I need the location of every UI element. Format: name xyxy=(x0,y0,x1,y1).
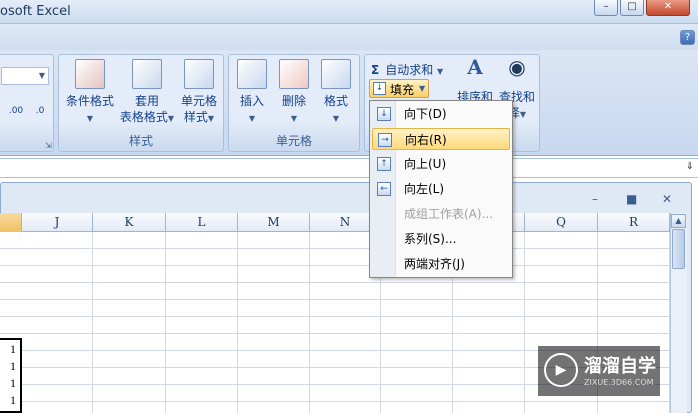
decrease-decimal-button[interactable]: .0 xyxy=(29,101,51,121)
watermark: ▶ 溜溜自学 ZIXUE.3D66.COM xyxy=(538,346,660,396)
ribbon-tab-strip xyxy=(0,24,698,50)
grid-line xyxy=(524,232,525,413)
fill-menu-item[interactable]: ↑ 向上(U) xyxy=(372,153,510,175)
fill-menu-item: 成组工作表(A)... xyxy=(372,203,510,225)
column-header-m[interactable]: M xyxy=(238,213,310,232)
fill-menu-item[interactable]: 系列(S)... xyxy=(372,228,510,250)
workbook-restore-button[interactable]: ■ xyxy=(626,192,637,206)
cell-styles-button[interactable]: 单元格 样式▼ xyxy=(175,59,223,127)
sigma-icon: Σ xyxy=(371,63,380,77)
fill-dropdown-menu: ↓ 向下(D) → 向右(R) ↑ 向上(U) ← 向左(L) 成组工作表(A)... 系列(S)… xyxy=(369,100,513,278)
format-as-table-button[interactable]: 套用 表格格式▼ xyxy=(117,59,177,127)
column-header-q[interactable]: Q xyxy=(525,213,598,232)
selected-range[interactable]: 1 1 1 1 xyxy=(0,338,22,413)
delete-button[interactable]: 删除 ▼ xyxy=(273,59,315,127)
cells-group: 插入 ▼ 删除 ▼ 格式 ▼ 单元格 xyxy=(228,54,360,152)
fill-menu-item-label: 向下(D) xyxy=(404,107,447,121)
fill-menu-item[interactable]: ↓ 向下(D) xyxy=(372,103,510,125)
fill-menu-item-label: 向右(R) xyxy=(405,133,447,147)
number-group: ▼ .00 .0 ⇲ xyxy=(0,54,54,152)
column-header-l[interactable]: L xyxy=(166,213,238,232)
fill-down-icon: ↓ xyxy=(373,82,386,95)
sort-filter-button[interactable]: A 排序和 xyxy=(453,55,497,105)
cell-value: 1 xyxy=(10,393,16,407)
grid-line xyxy=(92,232,93,413)
scrollbar-thumb[interactable] xyxy=(672,229,685,269)
cell-value: 1 xyxy=(10,342,16,356)
fill-button[interactable]: ↓ 填充 ▼ xyxy=(369,79,429,98)
fill-menu-item-label: 成组工作表(A)... xyxy=(404,207,494,221)
formula-bar[interactable] xyxy=(0,158,698,178)
dialog-launcher-icon[interactable]: ⇲ xyxy=(45,141,52,150)
workbook-close-button[interactable]: ✕ xyxy=(662,192,672,206)
close-button[interactable]: ✕ xyxy=(646,0,690,16)
column-header-k[interactable]: K xyxy=(93,213,166,232)
watermark-logo-icon: ▶ xyxy=(544,353,578,387)
fill-menu-item[interactable]: → 向右(R) xyxy=(372,128,510,150)
fill-menu-item[interactable]: ← 向左(L) xyxy=(372,178,510,200)
help-button[interactable]: ? xyxy=(680,30,695,45)
fill-menu-item-label: 向左(L) xyxy=(404,182,445,196)
insert-button[interactable]: 插入 ▼ xyxy=(231,59,273,127)
formula-bar-expand-icon[interactable]: ⇓ xyxy=(684,161,696,175)
conditional-format-button[interactable]: 条件格式 ▼ xyxy=(61,59,119,127)
increase-decimal-button[interactable]: .00 xyxy=(5,101,27,121)
grid-line xyxy=(309,232,310,413)
number-format-dropdown[interactable]: ▼ xyxy=(1,67,49,85)
watermark-url: ZIXUE.3D66.COM xyxy=(584,378,654,387)
selected-column-header[interactable] xyxy=(0,213,22,232)
chevron-down-icon: ▼ xyxy=(419,84,426,93)
arrow-down-icon: ↓ xyxy=(377,107,391,121)
conditional-format-icon xyxy=(75,59,105,89)
styles-group: 条件格式 ▼ 套用 表格格式▼ 单元格 样式▼ 样式 xyxy=(58,54,224,152)
table-format-icon xyxy=(132,59,162,89)
sort-az-icon: A xyxy=(467,55,483,79)
minimize-button[interactable]: – xyxy=(594,0,618,16)
grid-line xyxy=(165,232,166,413)
column-header-row: JKLMNOPQR xyxy=(0,213,670,232)
format-cells-icon xyxy=(321,59,351,89)
cell-value: 1 xyxy=(10,359,16,373)
insert-cells-icon xyxy=(237,59,267,89)
arrow-left-icon: ← xyxy=(377,182,391,196)
fill-menu-item-label: 两端对齐(J) xyxy=(404,257,465,271)
cell-styles-icon xyxy=(184,59,214,89)
column-header-r[interactable]: R xyxy=(598,213,670,232)
arrow-up-icon: ↑ xyxy=(377,157,391,171)
title-bar: osoft Excel – □ ✕ xyxy=(0,0,698,24)
cells-group-label: 单元格 xyxy=(275,134,312,148)
window-title: osoft Excel xyxy=(0,4,71,19)
fill-menu-item[interactable]: 两端对齐(J) xyxy=(372,253,510,275)
cell-value: 1 xyxy=(10,376,16,390)
watermark-name: 溜溜自学 xyxy=(584,356,656,377)
arrow-right-icon: → xyxy=(378,133,392,147)
fill-menu-item-label: 向上(U) xyxy=(404,157,447,171)
autosum-button[interactable]: Σ 自动求和 ▼ xyxy=(371,61,443,78)
styles-group-label: 样式 xyxy=(128,134,153,148)
restore-button[interactable]: □ xyxy=(620,0,644,16)
delete-cells-icon xyxy=(279,59,309,89)
scroll-up-icon[interactable]: ▲ xyxy=(671,214,686,228)
column-header-j[interactable]: J xyxy=(22,213,93,232)
workbook-minimize-button[interactable]: – xyxy=(592,192,598,206)
ribbon: ▼ .00 .0 ⇲ 条件格式 ▼ 套用 表格格式▼ 单元格 样式▼ 样式 插入 ▼ 删… xyxy=(0,50,698,156)
fill-menu-item-label: 系列(S)... xyxy=(404,232,457,246)
binoculars-icon: ◉ xyxy=(508,55,526,79)
format-button[interactable]: 格式 ▼ xyxy=(315,59,357,127)
grid-line xyxy=(237,232,238,413)
